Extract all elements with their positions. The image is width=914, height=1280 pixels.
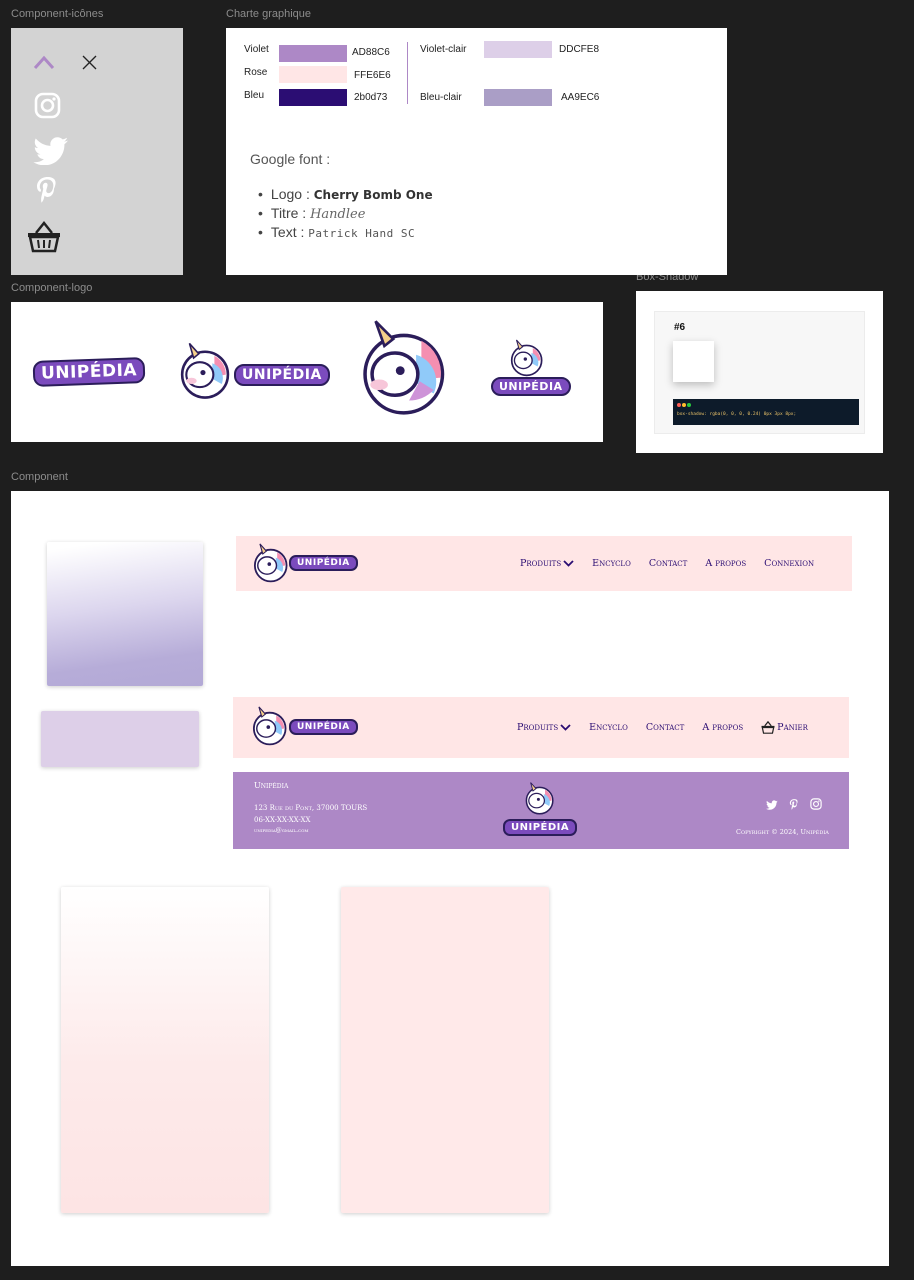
shadow-frame: #6 box-shadow: rgba(0, 0, 0, 0.24) 0px 3… [636, 291, 883, 453]
nav-link-encyclo[interactable]: Encyclo [592, 558, 631, 569]
unicorn-logo-icon[interactable] [251, 706, 287, 746]
swatch-bleu-clair [484, 89, 552, 106]
footer-copyright: Copyright © 2024, Unipédia [736, 828, 829, 836]
shadow-code-block: box-shadow: rgba(0, 0, 0, 0.24) 0px 3px … [673, 399, 859, 425]
window-dot-green [687, 403, 691, 407]
color-divider [407, 42, 408, 104]
unicorn-logo-icon[interactable] [252, 543, 288, 583]
logo-wordmark: UNIPÉDIA [491, 377, 571, 396]
basket-icon[interactable] [27, 221, 61, 253]
swatch-bleu [279, 89, 347, 106]
charte-frame: Violet AD88C6 Rose FFE6E6 Bleu 2b0d73 Vi… [226, 28, 727, 275]
unicorn-logo-icon-large [363, 320, 445, 415]
chevron-up-icon[interactable] [33, 54, 55, 70]
twitter-icon[interactable] [33, 137, 69, 165]
chevron-down-icon [560, 724, 571, 731]
card-rose [341, 887, 549, 1213]
font-item-titre: Titre : Handlee [258, 204, 433, 223]
card-violet-clair [41, 711, 199, 767]
nav-link-a-propos[interactable]: A propos [705, 558, 746, 569]
logo-wordmark[interactable]: UNIPÉDIA [289, 555, 358, 571]
color-name-violet: Violet [244, 44, 269, 55]
nav-link-produits[interactable]: Produits [520, 558, 574, 569]
unicorn-logo-icon-small [510, 339, 543, 377]
color-name-bleu: Bleu [244, 90, 265, 101]
chevron-down-icon [563, 560, 574, 567]
font-item-text: Text : Patrick Hand SC [258, 223, 433, 242]
frame-label-icons: Component-icônes [11, 8, 104, 20]
shadow-preview [673, 341, 714, 382]
logo-wordmark[interactable]: UNIPÉDIA [289, 719, 358, 735]
nav-link-panier[interactable]: Panier [761, 721, 808, 734]
swatch-violet-clair [484, 41, 552, 58]
frame-label-component: Component [11, 471, 68, 483]
logo-wordmark: UNIPÉDIA [234, 364, 330, 386]
unicorn-logo-icon [180, 342, 230, 399]
basket-icon [761, 721, 775, 734]
swatch-rose [279, 66, 347, 83]
font-item-logo: Logo : Cherry Bomb One [258, 185, 433, 204]
shadow-card: #6 box-shadow: rgba(0, 0, 0, 0.24) 0px 3… [654, 311, 865, 434]
footer-address: 123 Rue du Pont, 37000 TOURS [254, 804, 368, 812]
nav-link-connexion[interactable]: Connexion [764, 558, 814, 569]
navbar-logged-out: UNIPÉDIA Produits Encyclo Contact A prop… [236, 536, 852, 591]
logo-wordmark: UNIPÉDIA [503, 819, 578, 836]
gradient-card-rose [61, 887, 269, 1213]
color-name-violet-clair: Violet-clair [420, 44, 467, 55]
color-hex-bleu: 2b0d73 [354, 92, 388, 103]
shadow-code-text: box-shadow: rgba(0, 0, 0, 0.24) 0px 3px … [677, 412, 797, 417]
footer: Unipédia 123 Rue du Pont, 37000 TOURS 06… [233, 772, 849, 849]
unicorn-logo-icon [525, 782, 554, 815]
nav-links: Produits Encyclo Contact A propos Connex… [520, 536, 814, 591]
color-name-rose: Rose [244, 67, 268, 78]
component-frame: UNIPÉDIA Produits Encyclo Contact A prop… [11, 491, 889, 1266]
nav-link-produits[interactable]: Produits [517, 722, 571, 733]
footer-email[interactable]: unipedia@gmail.com [254, 827, 309, 834]
close-icon[interactable] [82, 55, 97, 70]
frame-label-logo: Component-logo [11, 282, 93, 294]
twitter-icon[interactable] [766, 800, 778, 810]
color-hex-violet-clair: DDCFE8 [559, 44, 600, 55]
font-list: Logo : Cherry Bomb One Titre : Handlee T… [258, 185, 433, 242]
instagram-icon[interactable] [810, 798, 822, 810]
nav-link-contact[interactable]: Contact [649, 558, 688, 569]
color-hex-bleu-clair: AA9EC6 [561, 92, 600, 103]
logo-frame: UNIPÉDIA UNIPÉDIA UNIPÉDIA [11, 302, 603, 442]
swatch-violet [279, 45, 347, 62]
pinterest-icon[interactable] [35, 176, 59, 204]
color-hex-rose: FFE6E6 [354, 70, 391, 81]
nav-links: Produits Encyclo Contact A propos Panier [517, 697, 808, 758]
instagram-icon[interactable] [34, 92, 61, 119]
google-font-title: Google font : [250, 151, 331, 167]
icons-frame [11, 28, 183, 275]
gradient-card-violet [47, 542, 203, 686]
nav-link-encyclo[interactable]: Encyclo [589, 722, 628, 733]
nav-link-a-propos[interactable]: A propos [702, 722, 743, 733]
frame-label-charte: Charte graphique [226, 8, 312, 20]
navbar-logged-in: UNIPÉDIA Produits Encyclo Contact A prop… [233, 697, 849, 758]
shadow-title: #6 [674, 322, 686, 333]
footer-name: Unipédia [254, 781, 289, 790]
window-dot-red [677, 403, 681, 407]
window-dot-yellow [682, 403, 686, 407]
color-hex-violet: AD88C6 [352, 47, 390, 58]
pinterest-icon[interactable] [789, 798, 799, 811]
footer-phone: 06-XX-XX-XX-XX [254, 816, 311, 824]
color-name-bleu-clair: Bleu-clair [420, 92, 462, 103]
nav-link-contact[interactable]: Contact [646, 722, 685, 733]
logo-wordmark: UNIPÉDIA [32, 357, 146, 387]
